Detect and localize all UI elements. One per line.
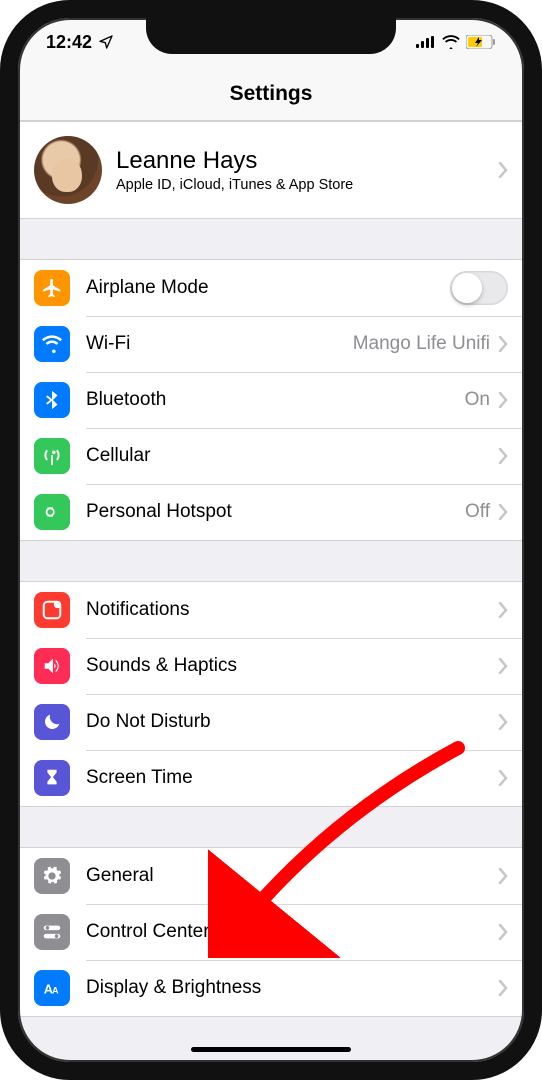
row-label: Wi-Fi <box>86 333 353 355</box>
row-label: Bluetooth <box>86 389 465 411</box>
row-label: Notifications <box>86 599 498 621</box>
row-airplane-mode[interactable]: Airplane Mode <box>18 260 524 316</box>
chevron-right-icon <box>498 924 508 940</box>
airplane-icon <box>34 270 70 306</box>
row-sounds[interactable]: Sounds & Haptics <box>18 638 524 694</box>
row-wifi[interactable]: Wi-Fi Mango Life Unifi <box>18 316 524 372</box>
switches-icon <box>34 914 70 950</box>
svg-text:A: A <box>52 986 59 996</box>
moon-icon <box>34 704 70 740</box>
status-time: 12:42 <box>46 32 92 53</box>
chevron-right-icon <box>498 868 508 884</box>
row-detail: On <box>465 389 490 411</box>
chevron-right-icon <box>498 504 508 520</box>
row-label: General <box>86 865 498 887</box>
antenna-icon <box>34 438 70 474</box>
row-bluetooth[interactable]: Bluetooth On <box>18 372 524 428</box>
apple-id-row[interactable]: Leanne Hays Apple ID, iCloud, iTunes & A… <box>18 122 524 218</box>
speaker-icon <box>34 648 70 684</box>
row-detail: Off <box>465 501 490 523</box>
battery-icon <box>466 35 496 49</box>
row-general[interactable]: General <box>18 848 524 904</box>
row-label: Sounds & Haptics <box>86 655 498 677</box>
row-dnd[interactable]: Do Not Disturb <box>18 694 524 750</box>
chevron-right-icon <box>498 392 508 408</box>
chevron-right-icon <box>498 980 508 996</box>
row-label: Do Not Disturb <box>86 711 498 733</box>
row-label: Screen Time <box>86 767 498 789</box>
row-control-center[interactable]: Control Center <box>18 904 524 960</box>
row-label: Airplane Mode <box>86 277 450 299</box>
bluetooth-icon <box>34 382 70 418</box>
row-label: Control Center <box>86 921 498 943</box>
cell-signal-icon <box>416 36 436 48</box>
profile-subtitle: Apple ID, iCloud, iTunes & App Store <box>116 177 498 193</box>
chevron-right-icon <box>498 336 508 352</box>
row-label: Cellular <box>86 445 498 467</box>
row-label: Personal Hotspot <box>86 501 465 523</box>
avatar <box>34 136 102 204</box>
airplane-toggle[interactable] <box>450 271 508 305</box>
wifi-icon <box>34 326 70 362</box>
row-detail: Mango Life Unifi <box>353 333 490 355</box>
text-size-icon: AA <box>34 970 70 1006</box>
link-icon <box>34 494 70 530</box>
row-cellular[interactable]: Cellular <box>18 428 524 484</box>
wifi-icon <box>442 35 460 49</box>
row-label: Display & Brightness <box>86 977 498 999</box>
notification-icon <box>34 592 70 628</box>
device-notch <box>146 14 396 54</box>
hourglass-icon <box>34 760 70 796</box>
chevron-right-icon <box>498 658 508 674</box>
row-screen-time[interactable]: Screen Time <box>18 750 524 806</box>
gear-icon <box>34 858 70 894</box>
home-indicator[interactable] <box>191 1047 351 1052</box>
chevron-right-icon <box>498 162 508 178</box>
location-services-icon <box>98 34 114 50</box>
chevron-right-icon <box>498 602 508 618</box>
chevron-right-icon <box>498 770 508 786</box>
profile-name: Leanne Hays <box>116 147 498 175</box>
row-display-brightness[interactable]: AA Display & Brightness <box>18 960 524 1016</box>
row-notifications[interactable]: Notifications <box>18 582 524 638</box>
chevron-right-icon <box>498 448 508 464</box>
chevron-right-icon <box>498 714 508 730</box>
page-title: Settings <box>18 66 524 121</box>
row-hotspot[interactable]: Personal Hotspot Off <box>18 484 524 540</box>
